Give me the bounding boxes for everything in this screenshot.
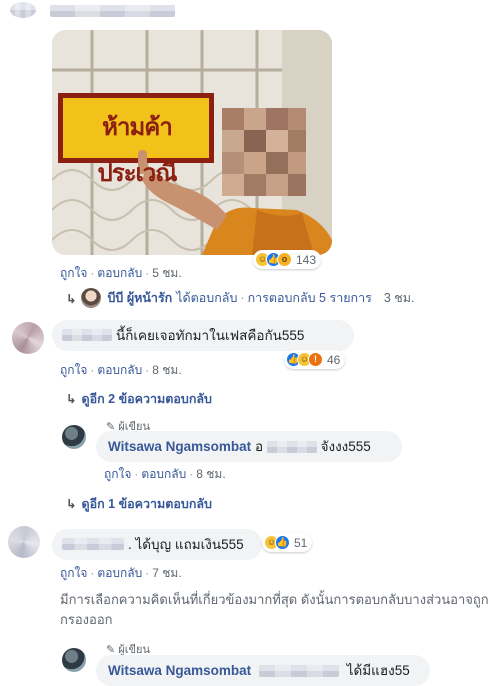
timestamp[interactable]: 7 ชม. <box>152 566 181 580</box>
angry-icon: ! <box>308 352 323 367</box>
author-name[interactable]: Witsawa Ngamsombat <box>108 663 251 678</box>
comment1-actions: ถูกใจ · ตอบกลับ · 5 ชม. <box>60 266 182 280</box>
view-more-replies-link[interactable]: ↳ ดูอีก 1 ข้อความตอบกลับ <box>66 494 212 514</box>
reaction-count: 143 <box>296 252 317 267</box>
author-reply-prefix: อ <box>254 439 264 454</box>
blurred-commenter-name <box>50 5 175 17</box>
avatar[interactable] <box>12 322 44 354</box>
reply-arrow-icon: ↳ <box>66 291 77 306</box>
like-link[interactable]: ถูกใจ <box>60 566 87 580</box>
comment2-bubble: นี้ก็เคยเจอทักมาในเฟสคือกัน555 <box>52 320 354 351</box>
like-link[interactable]: ถูกใจ <box>60 266 87 280</box>
blurred-commenter-name <box>62 329 112 341</box>
reply-summary-count[interactable]: การตอบกลับ 5 รายการ <box>248 288 372 308</box>
photo-sign-text: ห้ามค้าประเวณี <box>97 113 178 187</box>
author-reply-text: จังงง555 <box>320 439 371 454</box>
photo-reactions-badge[interactable]: ☺ 👍 o 143 <box>253 250 322 269</box>
timestamp[interactable]: 8 ชม. <box>152 363 181 377</box>
comment2-reactions-badge[interactable]: 👍 ☺ ! 46 <box>284 350 346 369</box>
author-reply-text: ได้มีแฮง55 <box>346 663 410 678</box>
blurred-mention <box>266 441 317 454</box>
reply-summary-text: ได้ตอบกลับ <box>176 291 238 305</box>
comment3-actions: ถูกใจ · ตอบกลับ · 7 ชม. <box>60 566 182 580</box>
comment3-text: . ได้บุญ แถมเงิน555 <box>128 537 244 552</box>
view-more-replies-link[interactable]: ↳ ดูอีก 2 ข้อความตอบกลับ <box>66 389 212 409</box>
like-icon: 👍 <box>275 535 290 550</box>
author-reply-bubble: Witsawa Ngamsombat อ จังงง555 <box>96 431 402 462</box>
timestamp[interactable]: 5 ชม. <box>152 266 181 280</box>
reply-link[interactable]: ตอบกลับ <box>141 467 186 481</box>
comment3-bubble: . ได้บุญ แถมเงิน555 <box>52 529 262 560</box>
reply-summary-time: 3 ชม. <box>383 291 415 305</box>
reply-link[interactable]: ตอบกลับ <box>97 566 142 580</box>
reply-link[interactable]: ตอบกลับ <box>97 363 142 377</box>
author-avatar[interactable] <box>62 648 86 672</box>
author-avatar[interactable] <box>62 425 86 449</box>
reply-link[interactable]: ตอบกลับ <box>97 266 142 280</box>
comment2-text: นี้ก็เคยเจอทักมาในเฟสคือกัน555 <box>116 328 305 343</box>
author-reply-actions: ถูกใจ · ตอบกลับ · 8 ชม. <box>104 467 226 481</box>
comment2-actions: ถูกใจ · ตอบกลับ · 8 ชม. <box>60 363 182 377</box>
reaction-count: 46 <box>327 352 341 367</box>
author-name[interactable]: Witsawa Ngamsombat <box>108 439 251 454</box>
reply-summary-name[interactable]: บีบี ผู้หน้ารัก <box>107 288 172 308</box>
blurred-mention <box>258 665 339 678</box>
reply-arrow-icon: ↳ <box>66 497 77 511</box>
comment-photo[interactable]: ห้ามค้าประเวณี <box>52 30 332 255</box>
blurred-commenter-name <box>62 538 124 550</box>
comment3-reactions-badge[interactable]: ☺ 👍 51 <box>262 533 313 552</box>
wow-icon: o <box>277 252 292 267</box>
like-link[interactable]: ถูกใจ <box>104 467 131 481</box>
reply-arrow-icon: ↳ <box>66 392 77 406</box>
avatar[interactable] <box>8 526 40 558</box>
timestamp[interactable]: 8 ชม. <box>196 467 225 481</box>
reaction-count: 51 <box>294 535 308 550</box>
author-reply-bubble: Witsawa Ngamsombat ได้มีแฮง55 <box>96 655 430 686</box>
reply-summary-row[interactable]: ↳ บีบี ผู้หน้ารัก ได้ตอบกลับ · การตอบกลั… <box>66 288 414 308</box>
avatar <box>81 288 102 308</box>
blurred-commenter-avatar <box>10 2 36 18</box>
like-link[interactable]: ถูกใจ <box>60 363 87 377</box>
filter-note: มีการเลือกความคิดเห็นที่เกี่ยวข้องมากที่… <box>60 592 489 627</box>
